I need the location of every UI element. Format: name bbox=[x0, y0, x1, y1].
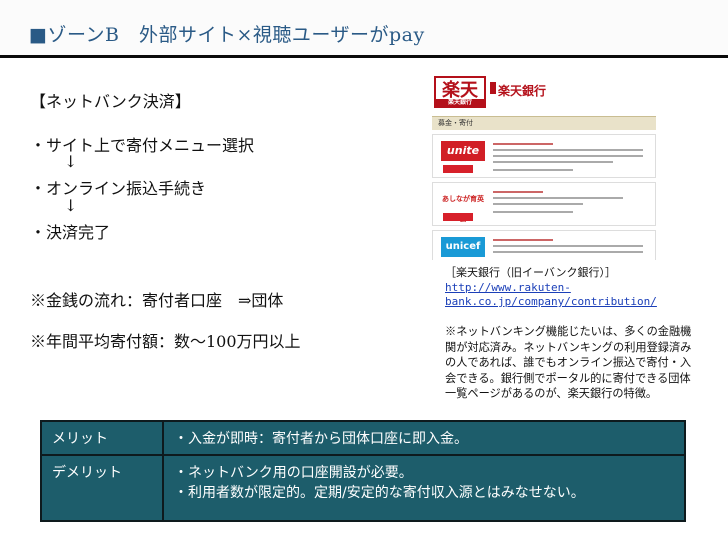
demerit-text-1: ・ネットバンク用の口座開設が必要。 bbox=[174, 465, 413, 481]
net-banking-note: ※ネットバンキング機能じたいは、多くの金融機関が対応済み。ネットバンキングの利用… bbox=[445, 325, 692, 401]
logo-subtext: 楽天銀行 bbox=[436, 99, 484, 107]
table-row-merit: メリット ・入金が即時：寄付者から団体口座に即入金。 bbox=[40, 420, 686, 456]
down-arrow-icon: ↓ bbox=[64, 152, 78, 171]
card-logo: unicef bbox=[441, 237, 485, 257]
section-heading: 【ネットバンク決済】 bbox=[30, 92, 191, 111]
merit-text: ・入金が即時：寄付者から団体口座に即入金。 bbox=[162, 420, 686, 456]
bank-mark-icon bbox=[490, 82, 496, 94]
demerit-label: デメリット bbox=[40, 454, 164, 522]
caption-url-line-2[interactable]: bank.co.jp/company/contribution/ bbox=[445, 295, 657, 309]
rakuten-bank-screenshot: 楽天 楽天銀行 楽天銀行 募金・寄付 unite あしなが育英会 unicef bbox=[428, 72, 658, 260]
merit-label: メリット bbox=[40, 420, 164, 456]
table-row-demerit: デメリット ・ネットバンク用の口座開設が必要。 ・利用者数が限定的。定期/安定的… bbox=[40, 454, 686, 522]
caption-url-line-1[interactable]: http://www.rakuten- bbox=[445, 281, 571, 295]
card-logo: unite bbox=[441, 141, 485, 161]
down-arrow-icon: ↓ bbox=[64, 196, 78, 215]
donation-card-ashinaga: あしなが育英会 bbox=[432, 182, 656, 226]
money-flow-note: ※金銭の流れ：寄付者口座 ⇒団体 bbox=[30, 291, 284, 310]
title-bar: ■ゾーンB 外部サイト×視聴ユーザーがpay bbox=[0, 0, 728, 58]
shot-tab: 募金・寄付 bbox=[432, 116, 656, 130]
rakuten-logo: 楽天 楽天銀行 bbox=[434, 76, 486, 108]
donation-card-unicef: unicef bbox=[432, 230, 656, 260]
card-button bbox=[443, 213, 473, 221]
bank-name: 楽天銀行 bbox=[498, 84, 547, 98]
page-title: ■ゾーンB 外部サイト×視聴ユーザーがpay bbox=[29, 24, 425, 46]
caption-source: ［楽天銀行（旧イーバンク銀行）］ bbox=[445, 266, 616, 279]
card-button bbox=[443, 165, 473, 173]
demerit-text-2: ・利用者数が限定的。定期/安定的な寄付収入源とはみなせない。 bbox=[174, 485, 585, 501]
demerit-cell: ・ネットバンク用の口座開設が必要。 ・利用者数が限定的。定期/安定的な寄付収入源… bbox=[162, 454, 686, 522]
logo-text: 楽天 bbox=[442, 80, 478, 101]
card-logo: あしなが育英会 bbox=[442, 195, 484, 223]
donation-card-unite: unite bbox=[432, 134, 656, 178]
annual-amount-note: ※年間平均寄付額：数～100万円以上 bbox=[30, 332, 301, 351]
step-2: ・オンライン振込手続き bbox=[30, 179, 207, 198]
shot-tab-label: 募金・寄付 bbox=[438, 119, 473, 127]
step-3: ・決済完了 bbox=[30, 223, 111, 242]
merit-demerit-table: メリット ・入金が即時：寄付者から団体口座に即入金。 デメリット ・ネットバンク… bbox=[40, 420, 686, 522]
